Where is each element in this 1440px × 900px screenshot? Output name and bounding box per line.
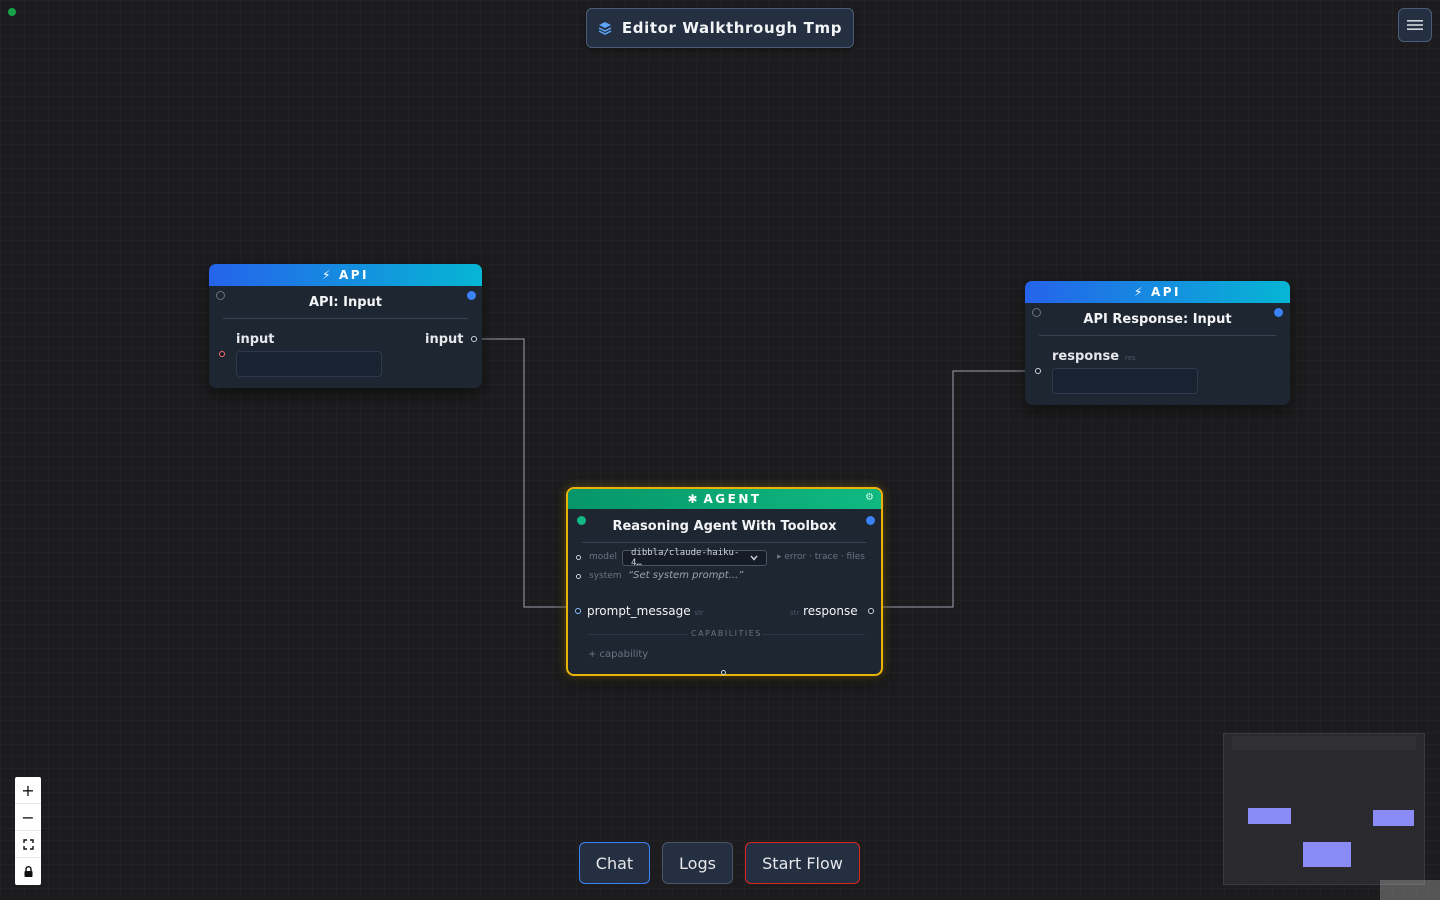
input-field[interactable] <box>236 351 382 377</box>
minimap-viewport[interactable] <box>1232 736 1416 750</box>
connection-status-dot <box>8 8 16 16</box>
response-field-label-text: response <box>1052 349 1120 364</box>
logs-button[interactable]: Logs <box>662 842 733 884</box>
chevron-down-icon <box>750 555 758 561</box>
edge-response-to-api-response <box>875 370 1032 608</box>
lightning-icon: ⚡ <box>322 268 333 282</box>
model-select[interactable]: dibbla/claude-haiku-4… <box>622 548 767 568</box>
input-field-port[interactable] <box>219 351 225 357</box>
lock-icon <box>24 866 32 877</box>
bottom-port[interactable] <box>721 670 726 675</box>
capabilities-divider-left <box>587 634 687 635</box>
minimap-node-agent <box>1303 842 1351 867</box>
add-capability-button[interactable]: + capability <box>588 649 648 660</box>
api-input-node-header[interactable]: ⚡ API <box>209 264 482 286</box>
node-trigger-port[interactable] <box>216 291 225 300</box>
prompt-message-label: prompt_message str <box>587 604 704 618</box>
start-flow-button[interactable]: Start Flow <box>745 842 860 884</box>
api-response-node-header[interactable]: ⚡ API <box>1025 281 1290 303</box>
node-title: API Response: Input <box>1039 303 1276 336</box>
agent-icon: ✱ <box>687 492 698 506</box>
error-trace-files-links[interactable]: ▸ error · trace · files <box>777 552 865 562</box>
node-output-port[interactable] <box>1274 308 1283 317</box>
response-output-text: response <box>803 604 858 618</box>
response-field-label: response res <box>1052 349 1136 364</box>
system-port[interactable] <box>576 574 581 579</box>
prompt-message-port[interactable] <box>575 608 581 614</box>
minimap-node-api-response <box>1373 810 1414 826</box>
capabilities-divider-right <box>762 634 865 635</box>
edge-input-to-prompt <box>476 338 572 608</box>
response-output-label: str response <box>790 604 858 618</box>
lightning-icon: ⚡ <box>1134 285 1145 299</box>
response-field-type: res <box>1125 354 1136 362</box>
minimap-node-api-input <box>1248 808 1291 824</box>
input-output-port[interactable] <box>471 336 477 342</box>
api-input-node[interactable]: ⚡ API API: Input input input <box>209 264 482 388</box>
node-category: API <box>338 268 369 282</box>
response-field-port[interactable] <box>1035 368 1041 374</box>
prompt-message-type: str <box>694 609 704 617</box>
zoom-out-button[interactable]: − <box>15 804 41 831</box>
lock-button[interactable] <box>15 858 41 885</box>
node-category: AGENT <box>703 492 762 506</box>
fit-view-button[interactable] <box>15 831 41 858</box>
node-title: Reasoning Agent With Toolbox <box>582 509 867 543</box>
model-port[interactable] <box>576 555 581 560</box>
node-trigger-port[interactable] <box>1032 308 1041 317</box>
zoom-in-button[interactable]: + <box>15 777 41 804</box>
flow-title-text: Editor Walkthrough Tmp <box>621 19 843 37</box>
response-output-type: str <box>790 609 800 617</box>
agent-node[interactable]: ✱ AGENT ⚙ Reasoning Agent With Toolbox m… <box>566 487 883 676</box>
node-category: API <box>1150 285 1181 299</box>
menu-button[interactable] <box>1398 8 1432 42</box>
fit-view-icon <box>22 838 34 850</box>
node-output-port[interactable] <box>866 516 875 525</box>
layers-icon <box>598 22 612 35</box>
model-select-value: dibbla/claude-haiku-4… <box>631 548 740 568</box>
node-trigger-port[interactable] <box>577 516 586 525</box>
zoom-controls: + − <box>15 777 41 885</box>
model-label: model <box>589 552 618 562</box>
prompt-message-text: prompt_message <box>587 604 691 618</box>
minimap[interactable] <box>1223 733 1425 885</box>
flow-title[interactable]: Editor Walkthrough Tmp <box>586 8 854 48</box>
agent-node-header[interactable]: ✱ AGENT ⚙ <box>568 489 881 509</box>
input-field-label: input <box>236 332 275 347</box>
node-title: API: Input <box>223 286 468 319</box>
chat-button[interactable]: Chat <box>579 842 650 884</box>
capabilities-title: CAPABILITIES <box>691 629 762 638</box>
api-response-node[interactable]: ⚡ API API Response: Input response res <box>1025 281 1290 405</box>
response-output-port[interactable] <box>868 608 874 614</box>
system-prompt-input[interactable]: “Set system prompt...” <box>628 570 743 581</box>
input-output-label: input <box>425 332 464 347</box>
hamburger-menu-icon <box>1407 20 1423 30</box>
attribution-badge <box>1380 880 1440 900</box>
gear-icon[interactable]: ⚙ <box>865 492 874 503</box>
response-field[interactable] <box>1052 368 1198 394</box>
system-label: system <box>589 571 622 581</box>
node-output-port[interactable] <box>467 291 476 300</box>
